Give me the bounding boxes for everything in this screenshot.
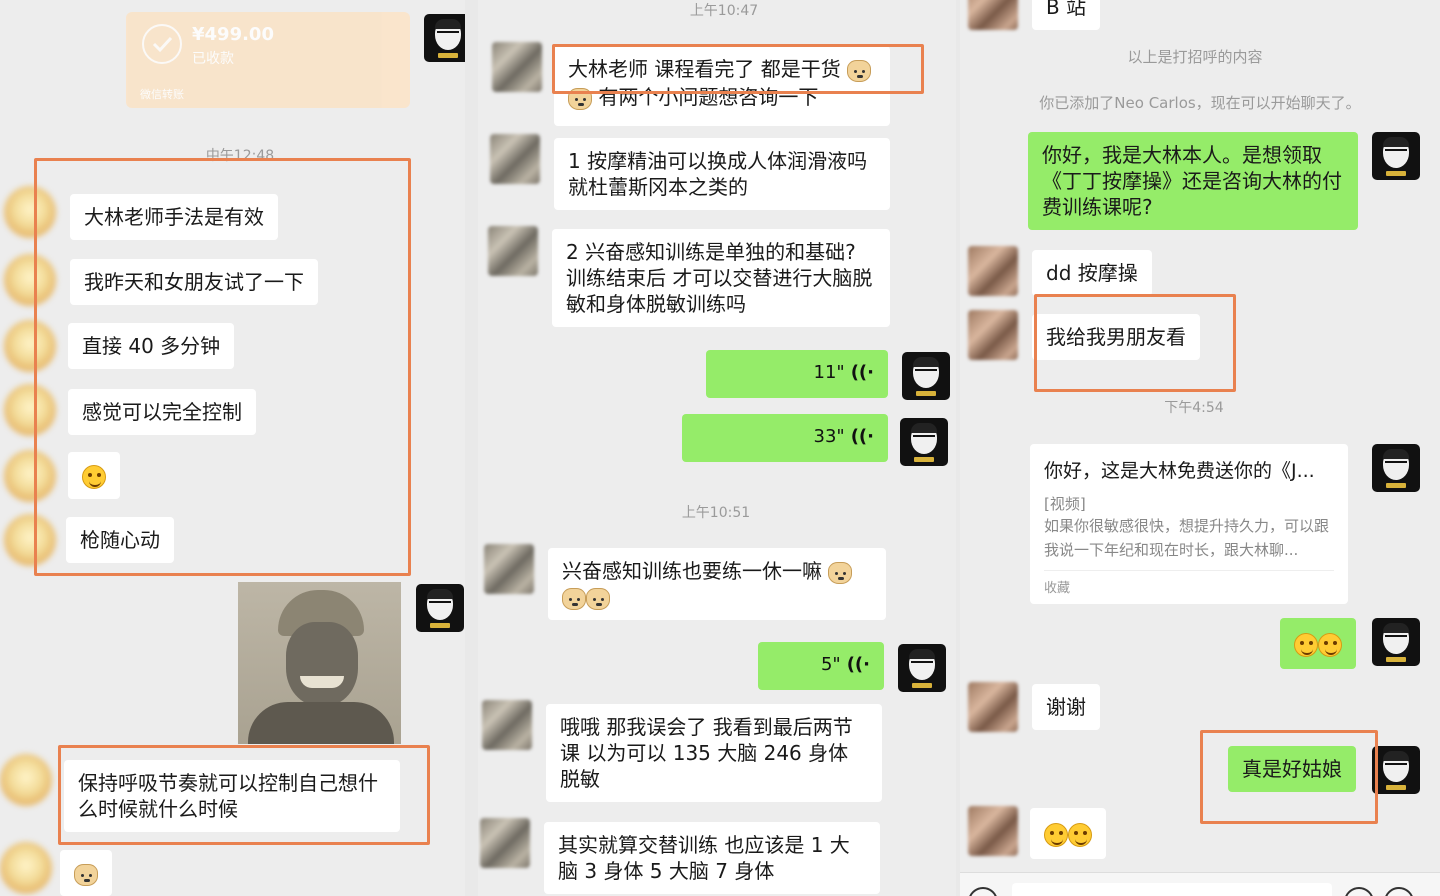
timestamp: 上午10:47 <box>689 3 759 19</box>
contact-avatar[interactable] <box>480 818 530 868</box>
laugh-emoji-icon <box>82 464 106 489</box>
timestamp: 上午10:51 <box>681 505 751 521</box>
voice-toggle-icon[interactable] <box>968 887 998 896</box>
message-input[interactable] <box>1012 883 1332 896</box>
link-card-footer: 收藏 <box>1044 581 1071 596</box>
link-card-title: 你好，这是大林免费送你的《J... <box>1044 460 1315 482</box>
check-icon <box>142 24 182 64</box>
message-bubble: 谢谢 <box>1032 684 1100 730</box>
my-avatar[interactable] <box>1372 444 1420 492</box>
message-bubble: B 站 <box>1032 0 1101 30</box>
system-message: 以上是打招呼的内容 <box>1127 48 1263 66</box>
message-bubble: 真是好姑娘 <box>1228 746 1356 792</box>
transfer-amount: ¥499.00 <box>192 24 274 45</box>
contact-avatar[interactable] <box>4 384 56 436</box>
message-bubble: 我昨天和女朋友试了一下 <box>70 259 318 305</box>
message-bubble: 感觉可以完全控制 <box>68 389 256 435</box>
message-bubble: 保持呼吸节奏就可以控制自己想什么时候就什么时候 <box>64 760 400 832</box>
voice-wave-icon: ((· <box>850 362 874 383</box>
voice-duration: 5" <box>820 654 841 675</box>
contact-avatar[interactable] <box>490 134 540 184</box>
message-bubble: 大林老师 课程看完了 都是干货 有两个小问题想咨询一下 <box>554 46 890 126</box>
emoji-bubble <box>1280 618 1356 669</box>
emoji-bubble <box>68 452 120 499</box>
contact-avatar[interactable] <box>492 42 542 92</box>
doge-emoji-icon <box>828 561 853 584</box>
transfer-card[interactable]: ¥499.00 已收款 微信转账 <box>126 12 410 108</box>
chat-panel-right: B 站 以上是打招呼的内容 你已添加了Neo Carlos，现在可以开始聊天了。… <box>960 0 1440 896</box>
thinking-emoji-icon <box>1068 822 1092 847</box>
doge-emoji-icon <box>562 587 586 610</box>
link-card-desc: 如果你很敏感很快，想提升持久力，可以跟我说一下年纪和现在时长，跟大林聊... <box>1044 517 1330 559</box>
transfer-footer: 微信转账 <box>140 88 184 101</box>
message-text: 有两个小问题想咨询一下 <box>598 85 819 109</box>
contact-avatar[interactable] <box>4 450 56 502</box>
contact-avatar[interactable] <box>4 320 56 372</box>
contact-avatar[interactable] <box>4 186 56 238</box>
chat-panel-left: ¥499.00 已收款 微信转账 中午12:48 大林老师手法是有效 我昨天和女… <box>0 0 465 896</box>
contact-avatar[interactable] <box>968 246 1018 296</box>
contact-avatar[interactable] <box>968 806 1018 856</box>
voice-message[interactable]: 5" ((· <box>758 642 884 690</box>
my-avatar[interactable] <box>902 352 950 400</box>
contact-avatar[interactable] <box>0 754 52 806</box>
my-avatar[interactable] <box>898 644 946 692</box>
contact-avatar[interactable] <box>4 254 56 306</box>
transfer-status: 已收款 <box>192 51 234 67</box>
message-bubble: 兴奋感知训练也要练一休一嘛 <box>548 548 886 620</box>
chat-panel-middle: 上午10:47 大林老师 课程看完了 都是干货 有两个小问题想咨询一下 1 按摩… <box>478 0 956 896</box>
emoji-bubble <box>1030 808 1106 859</box>
contact-avatar[interactable] <box>968 682 1018 732</box>
message-bubble: 你好，我是大林本人。是想领取《丁丁按摩操》还是咨询大林的付费训练课呢? <box>1028 132 1358 230</box>
message-bubble: 1 按摩精油可以换成人体润滑液吗就杜蕾斯冈本之类的 <box>554 138 890 210</box>
grin-emoji-icon <box>1294 632 1318 657</box>
message-bubble: 枪随心动 <box>66 517 174 563</box>
contact-avatar[interactable] <box>488 226 538 276</box>
timestamp: 下午4:54 <box>1164 400 1224 416</box>
doge-emoji-icon <box>74 863 98 886</box>
contact-avatar[interactable] <box>484 544 534 594</box>
link-card-tag: [视频] <box>1044 495 1086 513</box>
message-bubble: 2 兴奋感知训练是单独的和基础? 训练结束后 才可以交替进行大脑脱敏和身体脱敏训… <box>552 229 890 327</box>
thinking-emoji-icon <box>1044 822 1068 847</box>
message-text: 兴奋感知训练也要练一休一嘛 <box>562 559 822 583</box>
more-button-icon[interactable] <box>1384 887 1414 896</box>
doge-emoji-icon <box>568 87 592 110</box>
message-bubble: 哦哦 那我误会了 我看到最后两节课 以为可以 135 大脑 246 身体脱敏 <box>546 704 882 802</box>
my-avatar[interactable] <box>1372 746 1420 794</box>
contact-avatar[interactable] <box>0 842 52 894</box>
contact-avatar[interactable] <box>968 310 1018 360</box>
contact-avatar[interactable] <box>968 0 1018 30</box>
voice-message[interactable]: 11" ((· <box>706 350 888 398</box>
my-avatar[interactable] <box>424 14 465 62</box>
my-avatar[interactable] <box>1372 132 1420 180</box>
input-bar <box>960 872 1440 896</box>
contact-avatar[interactable] <box>482 700 532 750</box>
link-card[interactable]: 你好，这是大林免费送你的《J... [视频] 如果你很敏感很快，想提升持久力，可… <box>1030 444 1348 604</box>
message-bubble: 其实就算交替训练 也应该是 1 大脑 3 身体 5 大脑 7 身体 <box>544 822 880 894</box>
message-text: 大林老师 课程看完了 都是干货 <box>568 57 841 81</box>
message-bubble: 直接 40 多分钟 <box>68 323 235 369</box>
grin-emoji-icon <box>1318 632 1342 657</box>
my-avatar[interactable] <box>1372 618 1420 666</box>
emoji-button-icon[interactable] <box>1344 887 1374 896</box>
voice-wave-icon: ((· <box>846 654 870 675</box>
message-bubble: dd 按摩操 <box>1032 250 1152 296</box>
my-avatar[interactable] <box>900 418 948 466</box>
doge-emoji-icon <box>586 587 610 610</box>
voice-duration: 11" <box>813 362 845 383</box>
message-bubble: 我给我男朋友看 <box>1032 314 1200 360</box>
system-message: 你已添加了Neo Carlos，现在可以开始聊天了。 <box>1039 94 1361 112</box>
contact-avatar[interactable] <box>4 514 56 566</box>
doge-emoji-icon <box>847 59 872 82</box>
timestamp: 中午12:48 <box>205 148 275 164</box>
sticker-image[interactable] <box>238 582 401 744</box>
emoji-bubble <box>60 850 112 896</box>
voice-duration: 33" <box>813 426 845 447</box>
voice-message[interactable]: 33" ((· <box>682 414 888 462</box>
message-bubble: 大林老师手法是有效 <box>70 194 278 240</box>
my-avatar[interactable] <box>416 584 464 632</box>
voice-wave-icon: ((· <box>850 426 874 447</box>
